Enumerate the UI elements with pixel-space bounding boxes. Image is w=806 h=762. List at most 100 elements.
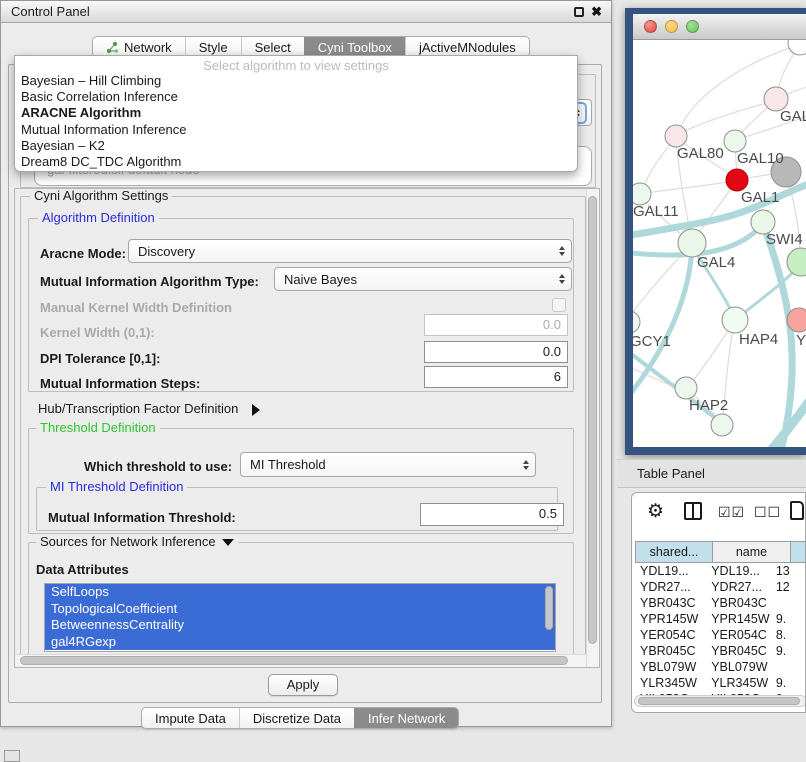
column-header-shared[interactable]: shared... xyxy=(635,541,713,563)
table-row[interactable]: YBR043CYBR043C xyxy=(635,595,806,611)
table-cell: YBR043C xyxy=(635,595,703,611)
table-hscrollbar-thumb[interactable] xyxy=(638,697,800,705)
network-node-hap4[interactable] xyxy=(722,307,748,333)
algorithm-option-basic-correlation-inference[interactable]: Basic Correlation Inference xyxy=(15,89,577,105)
mi-type-combo[interactable]: Naive Bayes xyxy=(274,267,572,291)
tab-cyni-toolbox-label: Cyni Toolbox xyxy=(318,40,392,55)
table-cell: YER054C xyxy=(703,627,772,643)
kernel-width-label: Kernel Width (0,1): xyxy=(40,325,155,340)
aracne-mode-value: Discovery xyxy=(138,244,195,259)
column-header-name[interactable]: name xyxy=(713,541,791,563)
tab-cyni-toolbox[interactable]: Cyni Toolbox xyxy=(304,37,405,57)
table-cell: 12 xyxy=(772,579,806,595)
node-label-hap2: HAP2 xyxy=(689,397,728,414)
gear-icon[interactable]: ⚙ xyxy=(647,502,664,521)
which-threshold-combo[interactable]: MI Threshold xyxy=(240,452,536,477)
aracne-mode-combo[interactable]: Discovery xyxy=(128,239,572,263)
table-row[interactable]: YPR145WYPR145W9. xyxy=(635,611,806,627)
table-header-row: shared...nameA xyxy=(635,541,806,563)
apply-button[interactable]: Apply xyxy=(268,674,338,696)
disclosure-down-icon[interactable] xyxy=(222,539,234,546)
export-table-icon[interactable] xyxy=(790,501,804,520)
tab-network[interactable]: Network xyxy=(93,37,185,57)
table-cell: 9. xyxy=(772,611,806,627)
algorithm-option-dream8-dc-tdc-algorithm[interactable]: Dream8 DC_TDC Algorithm xyxy=(15,154,577,170)
node-label-gal: GAL xyxy=(780,108,806,125)
algorithm-option-bayesian-hill-climbing[interactable]: Bayesian – Hill Climbing xyxy=(15,73,577,89)
kernel-width-field[interactable]: 0.0 xyxy=(424,314,568,336)
mi-threshold-field[interactable]: 0.5 xyxy=(420,503,564,526)
tab-network-label: Network xyxy=(124,40,172,55)
node-label-gal80: GAL80 xyxy=(677,145,724,162)
bottom-tab-discretize-data[interactable]: Discretize Data xyxy=(239,708,354,728)
sources-title-text: Sources for Network Inference xyxy=(40,534,216,549)
table-cell: YBR045C xyxy=(703,643,772,659)
network-node-gal80[interactable] xyxy=(665,125,687,147)
attribute-item-selfloops[interactable]: SelfLoops xyxy=(45,584,555,601)
table-cell: 9. xyxy=(772,643,806,659)
data-attributes-label: Data Attributes xyxy=(36,562,129,577)
settings-vscrollbar-thumb[interactable] xyxy=(588,196,597,644)
node-label-gal4: GAL4 xyxy=(697,254,735,271)
control-panel-title: Control Panel xyxy=(1,4,90,19)
table-row[interactable]: YER054CYER054C8. xyxy=(635,627,806,643)
close-traffic-light-icon[interactable] xyxy=(644,20,657,33)
network-node-gal1[interactable] xyxy=(726,169,748,191)
column-layout-icon[interactable] xyxy=(684,502,702,520)
network-node-gal10[interactable] xyxy=(724,130,746,152)
settings-hscrollbar-thumb[interactable] xyxy=(20,656,568,665)
network-node-y[interactable] xyxy=(787,308,806,332)
manual-kernel-checkbox[interactable] xyxy=(552,298,566,312)
hub-definition-disclosure[interactable]: Hub/Transcription Factor Definition xyxy=(38,401,260,416)
sources-group-title[interactable]: Sources for Network Inference xyxy=(36,535,238,549)
table-row[interactable]: YLR345WYLR345W9. xyxy=(635,675,806,691)
algorithm-option-mutual-information-inference[interactable]: Mutual Information Inference xyxy=(15,122,577,138)
attribute-item-topologicalcoefficient[interactable]: TopologicalCoefficient xyxy=(45,601,555,618)
network-node[interactable] xyxy=(711,414,733,436)
combo-arrows-icon xyxy=(559,274,565,284)
table-cell xyxy=(772,659,806,675)
node-label-gcy1: GCY1 xyxy=(633,333,671,350)
table-panel-title: Table Panel xyxy=(617,466,705,481)
table-row[interactable]: YDL19...YDL19...13 xyxy=(635,563,806,579)
node-label-gal1: GAL1 xyxy=(741,189,779,206)
network-canvas[interactable]: GALGAL80GAL10GAL1GAL11SWI4GAL4HAP4YGCY1H… xyxy=(633,40,806,447)
network-window-titlebar[interactable] xyxy=(633,14,806,40)
mi-threshold-label: Mutual Information Threshold: xyxy=(48,510,236,525)
screen: Control Panel ✖ Network StyleSelect Cyni T… xyxy=(0,0,806,762)
table-row[interactable]: YBL079WYBL079W xyxy=(635,659,806,675)
attribute-item-gal4rgexp[interactable]: gal4RGexp xyxy=(45,634,555,651)
bottom-tab-infer-network[interactable]: Infer Network xyxy=(354,708,458,728)
network-node-hap2[interactable] xyxy=(675,377,697,399)
close-window-icon[interactable]: ✖ xyxy=(591,7,602,17)
network-node-gal11[interactable] xyxy=(633,183,651,205)
table-row[interactable]: YDR27...YDR27...12 xyxy=(635,579,806,595)
column-header-a[interactable]: A xyxy=(791,541,806,563)
list-vertical-scrollbar[interactable] xyxy=(545,586,553,630)
network-node-gal4[interactable] xyxy=(678,229,706,257)
network-node-gcy1[interactable] xyxy=(633,311,640,333)
minimize-traffic-light-icon[interactable] xyxy=(665,20,678,33)
attribute-item-betweennesscentrality[interactable]: BetweennessCentrality xyxy=(45,617,555,634)
minimized-panel-chip[interactable] xyxy=(4,750,20,762)
dpi-tolerance-field[interactable]: 0.0 xyxy=(424,341,568,363)
algorithm-option-bayesian-k2[interactable]: Bayesian – K2 xyxy=(15,138,577,154)
table-cell: YBL079W xyxy=(703,659,772,675)
deselect-all-checks-icon[interactable]: ☐☐ xyxy=(754,504,781,521)
table-row[interactable]: YBR045CYBR045C9. xyxy=(635,643,806,659)
zoom-traffic-light-icon[interactable] xyxy=(686,20,699,33)
mi-steps-field[interactable]: 6 xyxy=(424,366,568,388)
disclosure-right-icon[interactable] xyxy=(252,404,260,416)
tab-jactivemnodules[interactable]: jActiveMNodules xyxy=(405,37,529,57)
tab-select[interactable]: Select xyxy=(241,37,304,57)
network-node[interactable] xyxy=(787,248,806,276)
bottom-tab-infer-network-label: Infer Network xyxy=(368,711,445,726)
table-panel-body: ⚙ ☑☑ ☐☐ shared...nameA YDL19...YDL19...1… xyxy=(631,492,806,713)
network-node[interactable] xyxy=(788,40,806,55)
threshold-definition-title: Threshold Definition xyxy=(36,421,160,435)
tab-style[interactable]: Style xyxy=(185,37,241,57)
bottom-tab-impute-data[interactable]: Impute Data xyxy=(142,708,239,728)
algorithm-option-aracne-algorithm[interactable]: ARACNE Algorithm xyxy=(15,105,577,121)
float-window-icon[interactable] xyxy=(574,7,584,17)
select-all-checks-icon[interactable]: ☑☑ xyxy=(718,504,745,521)
